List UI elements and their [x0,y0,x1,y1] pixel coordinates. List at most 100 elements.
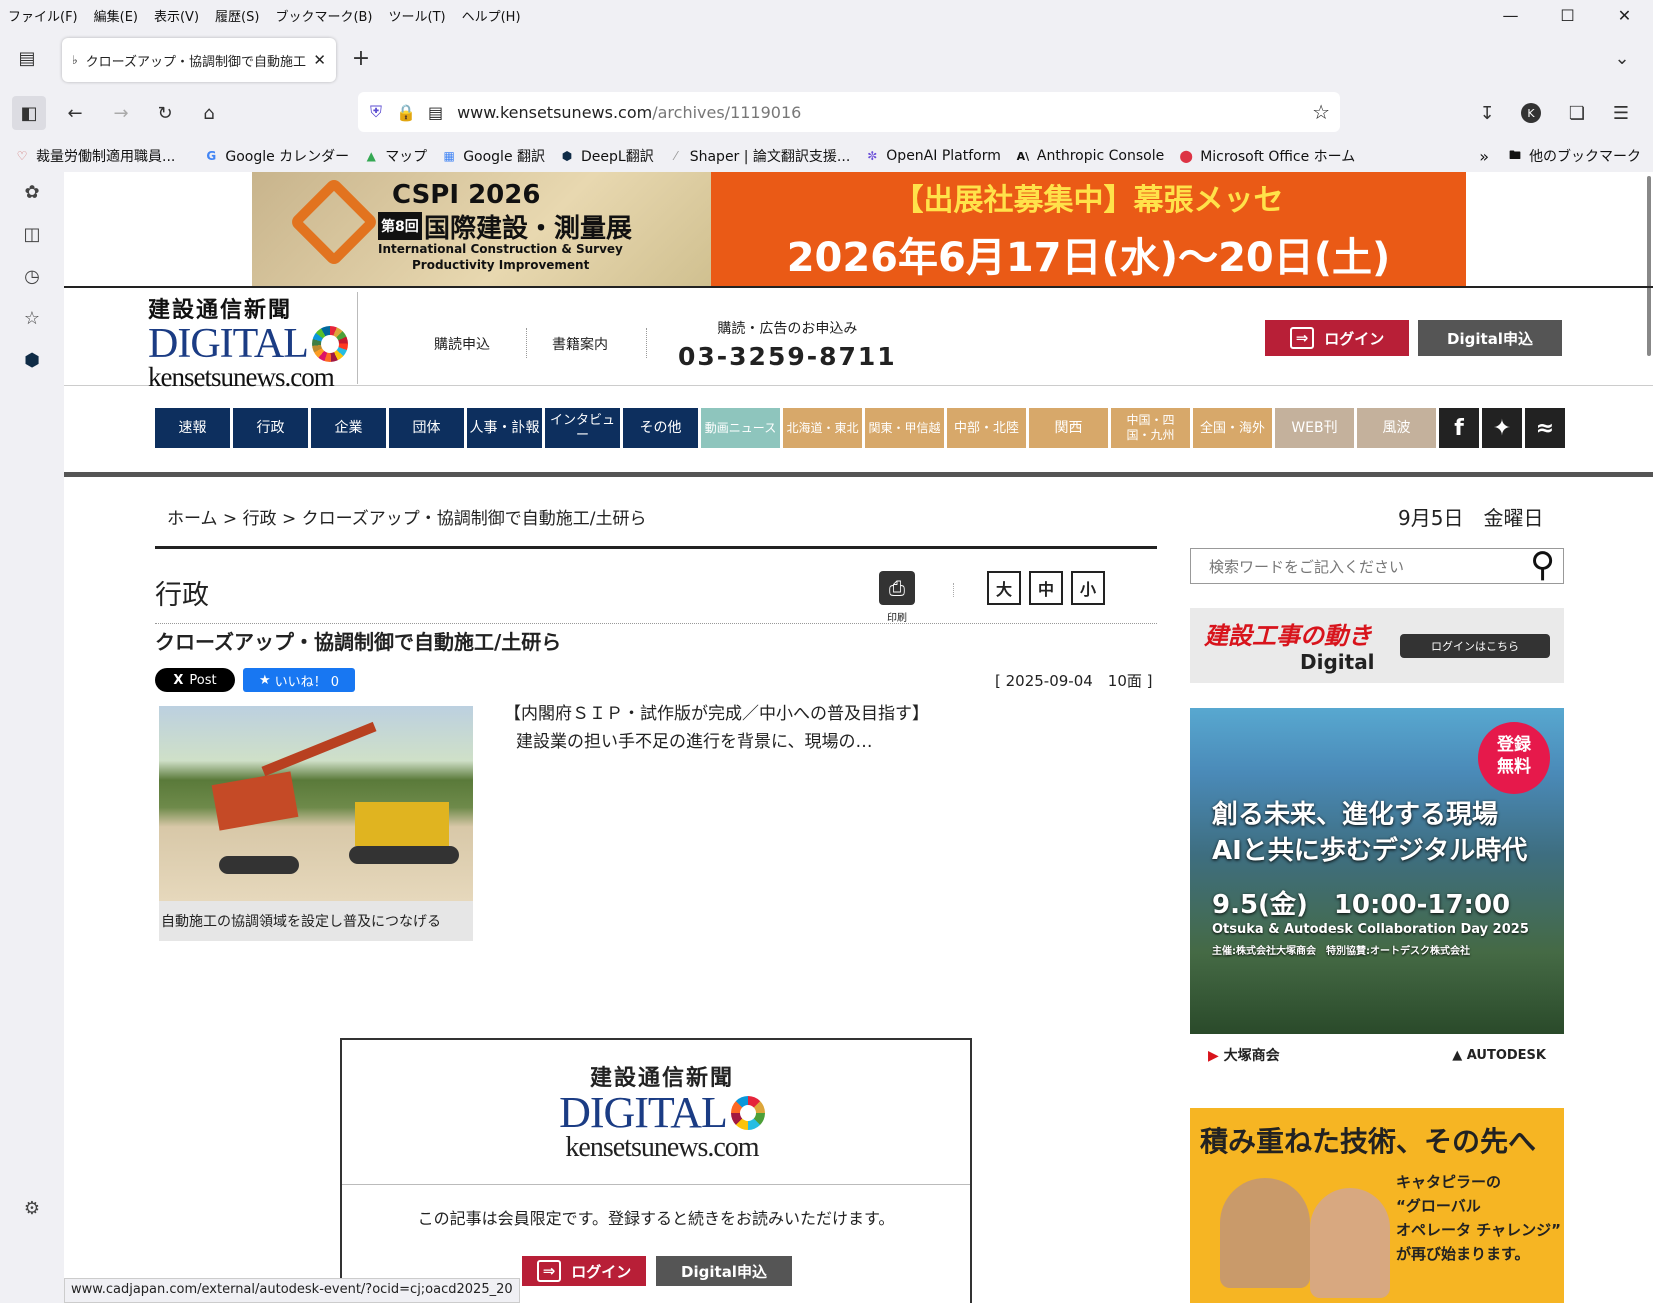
list-tabs-icon[interactable]: ⌄ [1605,41,1639,75]
article-photo[interactable] [159,706,473,901]
nav-item[interactable]: 関東・甲信越 [865,408,944,448]
menu-tools[interactable]: ツール(T) [381,6,454,25]
members-only-box: 建設通信新聞 DIGITAL kensetsunews.com この記事は会員限… [340,1038,972,1303]
ad-caterpillar[interactable]: 積み重ねた技術、その先へ キャタピラーの “グローバル オペレータ チャレンジ” が再… [1190,1108,1564,1303]
font-large-button[interactable]: 大 [987,571,1021,605]
bookmark-item[interactable]: ▦ Google 翻訳 [441,146,546,166]
bookmark-item[interactable]: ⬤ Microsoft Office ホーム [1178,146,1355,166]
nav-item[interactable]: 人事・訃報 [467,408,542,448]
nav-item[interactable]: 団体 [389,408,464,448]
bookmark-item[interactable]: ✼ OpenAI Platform [864,148,1001,164]
menu-file[interactable]: ファイル(F) [0,6,86,25]
tab-strip: ▤ ♭ クローズアップ・協調制御で自動施工 ✕ + ⌄ [0,30,1653,86]
menu-edit[interactable]: 編集(E) [86,6,146,25]
ad-sponsor-strip: ▶ 大塚商会 ▲ AUTODESK [1190,1034,1564,1076]
lock-icon[interactable]: 🔒 [396,103,416,122]
nav-item[interactable]: 中部・北陸 [947,408,1026,448]
font-medium-button[interactable]: 中 [1029,571,1063,605]
subscribe-link[interactable]: 購読申込 [434,334,490,354]
home-icon[interactable]: ⌂ [192,96,226,130]
account-icon[interactable]: K [1514,96,1548,130]
bookmark-item[interactable]: A\ Anthropic Console [1015,148,1165,164]
sidebar-toggle-icon[interactable]: ◧ [12,96,46,130]
ad-construction-moves[interactable]: 建設工事の動き Digital ログインはこちら [1190,608,1564,683]
top-banner-ad[interactable]: CSPI 2026 第8回 国際建設・測量展 International Con… [252,172,1466,286]
more-bookmarks-icon[interactable]: » [1479,147,1489,166]
twitter-icon[interactable]: ✦ [1482,408,1522,448]
site-logo[interactable]: 建設通信新聞 DIGITAL kensetsunews.com [148,292,358,391]
star-icon[interactable]: ☆ [1312,100,1330,124]
x-post-button[interactable]: X Post [155,668,235,692]
search-input[interactable]: 検索ワードをご記入ください ⚲ [1190,545,1564,585]
nav-item[interactable]: WEB刊 [1275,408,1354,448]
new-tab-icon[interactable]: + [344,41,378,75]
downloads-icon[interactable]: ↧ [1470,96,1504,130]
browser-sidebar: ✿ ◫ ◷ ☆ ⬢ ⚙ [0,172,64,1303]
login-button[interactable]: ⇒ ログイン [1265,320,1409,356]
bookmark-item[interactable]: ♡ 裁量労働制適用職員... [14,146,176,166]
nav-item[interactable]: 行政 [233,408,308,448]
menu-bar: ファイル(F) 編集(E) 表示(V) 履歴(S) ブックマーク(B) ツール(… [0,0,1653,30]
shield-icon[interactable]: ⛨ [370,102,382,122]
menu-help[interactable]: ヘルプ(H) [454,6,529,25]
synced-tabs-icon[interactable]: ◫ [20,222,44,246]
maximize-icon[interactable]: ☐ [1539,0,1596,30]
bookmark-item[interactable]: G Google カレンダー [203,146,349,166]
nav-item[interactable]: 速報 [155,408,230,448]
site-header: 建設通信新聞 DIGITAL kensetsunews.com 購読申込 書籍案… [64,286,1653,391]
rss-icon[interactable]: ≈ [1525,408,1565,448]
tab-overview-icon[interactable]: ▤ [10,41,44,75]
font-small-button[interactable]: 小 [1071,571,1105,605]
back-icon[interactable]: ← [58,96,92,130]
bookmark-item[interactable]: ⬢ DeepL翻訳 [559,146,654,166]
menu-view[interactable]: 表示(V) [146,6,207,25]
bookmark-item[interactable]: ▲ マップ [363,146,428,166]
reload-icon[interactable]: ↻ [148,96,182,130]
app-menu-icon[interactable]: ☰ [1604,96,1638,130]
menu-history[interactable]: 履歴(S) [207,6,267,25]
nav-item[interactable]: 北海道・東北 [783,408,862,448]
extensions-icon[interactable]: ❏ [1560,96,1594,130]
reader-icon[interactable]: ▤ [428,103,443,122]
search-icon[interactable]: ⚲ [1530,545,1555,585]
nav-item[interactable]: 関西 [1029,408,1108,448]
tab-active[interactable]: ♭ クローズアップ・協調制御で自動施工 ✕ [62,38,336,82]
nav-item[interactable]: 風波 [1357,408,1436,448]
menu-bookmarks[interactable]: ブックマーク(B) [267,6,380,25]
forward-icon[interactable]: → [104,96,138,130]
divider [64,472,1653,477]
nav-item[interactable]: 動画ニュース [701,408,780,448]
settings-gear-icon[interactable]: ⚙ [20,1196,44,1220]
folder-icon: 🖿 [1509,147,1522,162]
nav-item[interactable]: 中国・四国・九州 [1111,408,1190,448]
members-login-button[interactable]: ⇒ ログイン [522,1256,646,1286]
openai-icon: ✼ [867,149,878,163]
members-digital-button[interactable]: Digital申込 [656,1256,792,1286]
crumb-home[interactable]: ホーム [167,509,218,529]
nav-item[interactable]: 企業 [311,408,386,448]
deepl-sidebar-icon[interactable]: ⬢ [20,348,44,372]
books-link[interactable]: 書籍案内 [552,334,608,354]
url-path: /archives/1119016 [652,102,802,122]
close-window-icon[interactable]: ✕ [1596,0,1653,30]
facebook-icon[interactable]: f [1439,408,1479,448]
url-bar[interactable]: ⛨ 🔒 ▤ www.kensetsunews.com /archives/111… [358,92,1340,132]
fb-like-button[interactable]: ★ いいね！ 0 [243,668,355,692]
crumb-category[interactable]: 行政 [243,509,277,529]
nav-item[interactable]: 全国・海外 [1193,408,1272,448]
tab-close-icon[interactable]: ✕ [313,51,326,69]
sdgs-wheel-icon [730,1096,765,1130]
minimize-icon[interactable]: — [1482,0,1539,30]
nav-item[interactable]: インタビュー [545,408,620,448]
bookmark-item[interactable]: ⁄ Shaper | 論文翻訳支援... [668,146,851,166]
bookmarks-star-icon[interactable]: ☆ [20,306,44,330]
nav-item[interactable]: その他 [623,408,698,448]
print-button[interactable]: ⎙ 印刷 [879,571,915,624]
banner-name: 国際建設・測量展 [424,214,633,244]
digital-apply-button[interactable]: Digital申込 [1418,320,1562,356]
chatgpt-icon[interactable]: ✿ [20,180,44,204]
tel-number[interactable]: 03-3259-8711 [678,342,897,371]
other-bookmarks[interactable]: 🖿 他のブックマーク [1507,146,1641,166]
ad-otsuka-autodesk[interactable]: 登録 無料 創る未来、進化する現場 AIと共に歩むデジタル時代 9.5(金) 10… [1190,708,1564,1034]
history-icon[interactable]: ◷ [20,264,44,288]
